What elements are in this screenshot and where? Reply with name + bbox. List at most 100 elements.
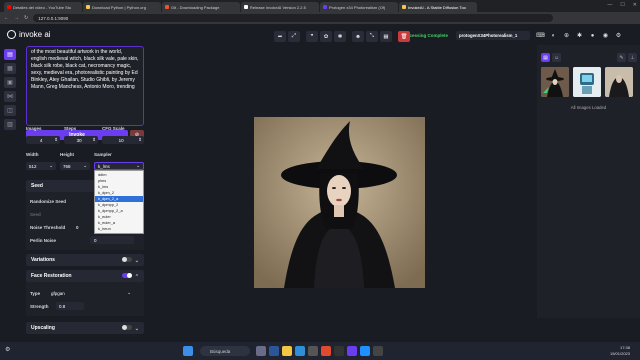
pin-icon[interactable]: ⊥ (628, 53, 637, 62)
tab-favicon-icon (86, 5, 90, 9)
all-images-loaded-text: All Images Loaded (570, 105, 607, 110)
unified-canvas-icon[interactable]: ▣ (4, 77, 16, 88)
asterisk-icon[interactable]: ✱ (334, 31, 346, 42)
face-icon[interactable]: ☻ (352, 31, 364, 42)
chevron-down-icon: ⌄ (134, 325, 139, 332)
share-icon[interactable]: ➦ (274, 31, 286, 42)
noise-threshold-value[interactable]: 0 (76, 225, 79, 230)
width-label: Width (26, 152, 39, 157)
strength-input[interactable]: 0.8 (56, 302, 84, 310)
language-icon[interactable]: ⊕ (562, 31, 571, 40)
steps-value: 30 (76, 137, 82, 143)
settings-icon[interactable]: ⚙ (614, 31, 623, 40)
expand-icon[interactable]: ⤢ (288, 31, 300, 42)
app-icon[interactable] (373, 346, 383, 356)
github-icon[interactable]: ● (588, 31, 597, 40)
taskbar-clock[interactable]: 17:38 15/01/2023 (610, 345, 630, 357)
prompt-textarea[interactable]: of the most beautiful artwork in the wor… (26, 46, 144, 126)
app-icon[interactable] (347, 346, 357, 356)
upscaling-toggle[interactable] (121, 324, 132, 330)
url-input[interactable]: 127.0.0.1:9090 (33, 14, 554, 22)
settings-icon[interactable]: ⚙ (5, 346, 10, 353)
gallery-thumbnail[interactable] (541, 67, 569, 97)
bug-icon[interactable]: ✱ (575, 31, 584, 40)
training-icon[interactable]: ▥ (4, 119, 16, 130)
browser-tab[interactable]: Git - Downloading Package (162, 2, 240, 12)
cfg-input[interactable]: 10 ⇕ (102, 136, 144, 144)
tab-title: Release InvokeAI Version 2.2.5 (250, 4, 306, 10)
tab-favicon-icon (7, 5, 11, 9)
model-select[interactable]: protogenX34Photorealism_1 (456, 31, 530, 40)
wrench-icon[interactable]: ✎ (617, 53, 626, 62)
user-tab-icon[interactable]: ☺ (552, 53, 561, 62)
type-select[interactable]: gfpgan ⌄ (48, 289, 134, 297)
terminal-icon[interactable] (334, 346, 344, 356)
stepper-icon[interactable]: ⇕ (92, 137, 96, 143)
tab-title: Git - Downloading Package (171, 4, 220, 10)
perlin-noise-input[interactable]: 0 (90, 236, 134, 244)
postprocess-icon[interactable]: ◫ (4, 105, 16, 116)
cfg-value: 10 (118, 137, 124, 143)
upscaling-section-header[interactable]: Upscaling ⌄ (26, 322, 144, 334)
delete-icon[interactable]: 🗑 (398, 31, 410, 42)
sampler-option[interactable]: k_heun (95, 226, 143, 232)
seed-label: Seed (30, 212, 41, 217)
images-input[interactable]: 4 ⇕ (26, 136, 60, 144)
browser-tab[interactable]: Download Python | Python.org (83, 2, 161, 12)
browser-tab[interactable]: Detalles del vídeo - YouTube Stu (4, 2, 82, 12)
sampler-select[interactable]: k_lms ⌄ (94, 162, 144, 170)
stepper-icon[interactable]: ⇕ (138, 137, 142, 143)
reload-icon[interactable]: ↻ (24, 15, 28, 21)
grid-icon[interactable]: ▦ (380, 31, 392, 42)
maximize-icon[interactable]: ☐ (620, 2, 624, 8)
upscale-icon[interactable]: ⤡ (366, 31, 378, 42)
vscode-icon[interactable] (360, 346, 370, 356)
browser-tab[interactable]: InvokeAI - A Stable Diffusion Too (399, 2, 477, 12)
hotkeys-icon[interactable]: ⌨ (536, 31, 545, 40)
back-icon[interactable]: ← (4, 15, 9, 21)
gallery-thumbnail[interactable] (605, 67, 633, 97)
nodes-icon[interactable]: ⋈ (4, 91, 16, 102)
chat-icon[interactable] (269, 346, 279, 356)
variations-section-header[interactable]: Variations ⌄ (26, 254, 144, 266)
browser-tab[interactable]: Protogen x34 Photorealism (Of) (320, 2, 398, 12)
height-select[interactable]: 768 ⌄ (60, 162, 90, 170)
seed-icon[interactable]: ✿ (320, 31, 332, 42)
image-to-image-icon[interactable]: ▦ (4, 63, 16, 74)
chrome-icon[interactable] (321, 346, 331, 356)
browser-tab[interactable]: Release InvokeAI Version 2.2.5 (241, 2, 319, 12)
face-restoration-section-header[interactable]: Face Restoration ⌃ (26, 270, 144, 282)
image-toolbar: ➦ ⤢ ❞ ✿ ✱ ☻ ⤡ ▦ 🗑 (274, 31, 410, 42)
stepper-icon[interactable]: ⇕ (54, 137, 58, 143)
face-restoration-toggle[interactable] (121, 272, 132, 278)
taskbar-search[interactable]: Búsqueda (200, 346, 250, 356)
forward-icon[interactable]: → (14, 15, 19, 21)
quote-icon[interactable]: ❞ (306, 31, 318, 42)
text-to-image-icon[interactable]: ▤ (4, 49, 16, 60)
minimize-icon[interactable]: — (607, 2, 612, 8)
strength-value: 0.8 (59, 303, 66, 309)
randomize-seed-label: Randomize Seed (30, 199, 67, 204)
taskbar-pinned (256, 346, 383, 356)
store-icon[interactable] (308, 346, 318, 356)
steps-input[interactable]: 30 ⇕ (64, 136, 98, 144)
edge-icon[interactable] (295, 346, 305, 356)
app-logo-text: invoke ai (19, 30, 51, 39)
theme-icon[interactable]: ◐ (549, 31, 558, 40)
windows-start-icon[interactable] (183, 346, 193, 356)
search-placeholder: Búsqueda (210, 348, 231, 354)
images-tab-icon[interactable]: ▤ (541, 53, 550, 62)
height-label: Height (60, 152, 74, 157)
variations-toggle[interactable] (121, 256, 132, 262)
task-view-icon[interactable] (256, 346, 266, 356)
width-select[interactable]: 512 ⌄ (26, 162, 56, 170)
dark-figure-thumb (605, 67, 633, 97)
prompt-text: of the most beautiful artwork in the wor… (31, 49, 139, 90)
gallery-thumbnail[interactable] (573, 67, 601, 97)
tab-title: Detalles del vídeo - YouTube Stu (13, 4, 72, 10)
file-explorer-icon[interactable] (282, 346, 292, 356)
close-icon[interactable]: ✕ (633, 2, 637, 8)
generated-image[interactable] (254, 117, 425, 288)
gallery-controls: ✎ ⊥ (617, 53, 637, 62)
discord-icon[interactable]: ◉ (601, 31, 610, 40)
